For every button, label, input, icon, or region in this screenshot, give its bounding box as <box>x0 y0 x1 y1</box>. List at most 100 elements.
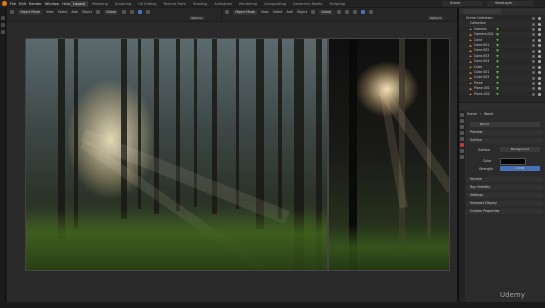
menu-window[interactable]: Window <box>45 2 59 6</box>
right-options-button[interactable]: Options <box>428 16 444 20</box>
menu-help[interactable]: Help <box>62 2 70 6</box>
tab-scripting[interactable]: Scripting <box>326 1 348 7</box>
select-tool-icon[interactable] <box>1 16 5 20</box>
view-layer-selector[interactable]: ViewLayer <box>487 1 533 6</box>
menu-edit[interactable]: Edit <box>19 2 26 6</box>
overlay-icon[interactable] <box>369 10 374 14</box>
modifier-icon[interactable] <box>496 54 499 58</box>
transform-orientation-dropdown[interactable]: Global <box>104 9 119 15</box>
proportional-edit-icon[interactable] <box>345 10 350 14</box>
modifier-icon[interactable] <box>496 87 499 91</box>
strength-field[interactable]: 0.700 <box>500 166 540 171</box>
modifier-icon[interactable] <box>496 81 499 85</box>
outliner-item[interactable]: Plane.002 <box>459 92 545 97</box>
viewport-shading-icon[interactable] <box>361 10 366 14</box>
modifier-icon[interactable] <box>496 27 499 31</box>
blender-logo-icon[interactable] <box>2 1 7 6</box>
selectable-icon[interactable] <box>532 54 535 58</box>
output-tab-icon[interactable] <box>460 125 464 129</box>
visibility-eye-icon[interactable] <box>538 92 541 96</box>
visibility-eye-icon[interactable] <box>538 71 541 75</box>
xray-icon[interactable] <box>353 10 358 14</box>
visibility-eye-icon[interactable] <box>538 87 541 91</box>
visibility-eye-icon[interactable] <box>538 33 541 37</box>
selectable-icon[interactable] <box>532 76 535 80</box>
snap-icon[interactable] <box>337 10 342 14</box>
selectable-icon[interactable] <box>532 33 535 37</box>
visibility-eye-icon[interactable] <box>538 60 541 64</box>
overlay-icon[interactable] <box>146 10 151 14</box>
selectable-icon[interactable] <box>532 92 535 96</box>
tab-compositing[interactable]: Compositing <box>261 1 289 7</box>
modifier-icon[interactable] <box>496 60 499 64</box>
render-tab-icon[interactable] <box>460 119 464 123</box>
tab-shading[interactable]: Shading <box>190 1 210 7</box>
menu-add[interactable]: Add <box>287 10 293 14</box>
cursor-tool-icon[interactable] <box>1 23 5 27</box>
scene-tab-icon[interactable] <box>460 137 464 141</box>
modifier-icon[interactable] <box>496 44 499 47</box>
selectable-icon[interactable] <box>532 44 535 48</box>
visibility-eye-icon[interactable] <box>538 38 541 42</box>
selectable-icon[interactable] <box>532 49 535 53</box>
menu-select[interactable]: Select <box>273 10 283 14</box>
viewport-shading-icon[interactable] <box>138 10 143 14</box>
selectable-icon[interactable] <box>532 38 535 42</box>
tab-uv-editing[interactable]: UV Editing <box>135 1 159 7</box>
menu-view[interactable]: View <box>261 10 269 14</box>
transform-orientation-icon[interactable] <box>96 10 101 14</box>
menu-object[interactable]: Object <box>82 10 92 14</box>
color-swatch[interactable] <box>500 158 526 165</box>
world-tab-icon[interactable] <box>460 143 464 147</box>
visibility-eye-icon[interactable] <box>538 22 541 26</box>
visibility-eye-icon[interactable] <box>538 76 541 80</box>
modifier-icon[interactable] <box>496 33 499 37</box>
editor-type-icon[interactable] <box>225 10 229 14</box>
tool-tab-icon[interactable] <box>460 113 464 117</box>
menu-file[interactable]: File <box>10 2 16 6</box>
visibility-eye-icon[interactable] <box>538 65 541 69</box>
selectable-icon[interactable] <box>532 65 535 69</box>
transform-orientation-dropdown[interactable]: Global <box>319 9 334 15</box>
visibility-eye-icon[interactable] <box>538 49 541 53</box>
menu-render[interactable]: Render <box>29 2 42 6</box>
selectable-icon[interactable] <box>532 60 535 64</box>
tab-geometry-nodes[interactable]: Geometry Nodes <box>290 1 326 7</box>
proportional-edit-icon[interactable] <box>130 10 135 14</box>
modifier-icon[interactable] <box>496 76 499 80</box>
modifier-icon[interactable] <box>496 49 499 53</box>
move-tool-icon[interactable] <box>1 30 5 34</box>
surface-shader-field[interactable]: Background <box>500 147 540 152</box>
selectable-icon[interactable] <box>532 87 535 91</box>
modifier-icon[interactable] <box>496 38 499 42</box>
modifier-icon[interactable] <box>496 65 499 69</box>
visibility-eye-icon[interactable] <box>538 81 541 85</box>
world-datablock-field[interactable]: World <box>470 122 540 127</box>
tab-modeling[interactable]: Modeling <box>89 1 111 7</box>
modifier-icon[interactable] <box>496 71 499 74</box>
mode-dropdown[interactable]: Object Mode <box>233 9 258 15</box>
visibility-eye-icon[interactable] <box>538 54 541 58</box>
object-tab-icon[interactable] <box>460 149 464 153</box>
transform-orientation-icon[interactable] <box>311 10 316 14</box>
selectable-icon[interactable] <box>532 81 535 85</box>
modifier-tab-icon[interactable] <box>460 155 464 159</box>
editor-type-icon[interactable] <box>10 10 14 14</box>
menu-object[interactable]: Object <box>297 10 307 14</box>
tab-rendering[interactable]: Rendering <box>236 1 260 7</box>
menu-add[interactable]: Add <box>72 10 78 14</box>
tab-animation[interactable]: Animation <box>211 1 235 7</box>
tab-texture-paint[interactable]: Texture Paint <box>160 1 189 7</box>
snap-icon[interactable] <box>122 10 127 14</box>
tab-layout[interactable]: Layout <box>70 0 88 7</box>
visibility-eye-icon[interactable] <box>538 17 541 21</box>
left-options-button[interactable]: Options <box>189 16 205 20</box>
scene-selector[interactable]: Scene <box>442 1 482 6</box>
selectable-icon[interactable] <box>532 22 535 26</box>
view-layer-tab-icon[interactable] <box>460 131 464 135</box>
outliner-search-input[interactable] <box>463 9 501 14</box>
selectable-icon[interactable] <box>532 27 535 31</box>
tab-sculpting[interactable]: Sculpting <box>112 1 134 7</box>
visibility-eye-icon[interactable] <box>538 27 541 31</box>
modifier-icon[interactable] <box>496 92 499 96</box>
